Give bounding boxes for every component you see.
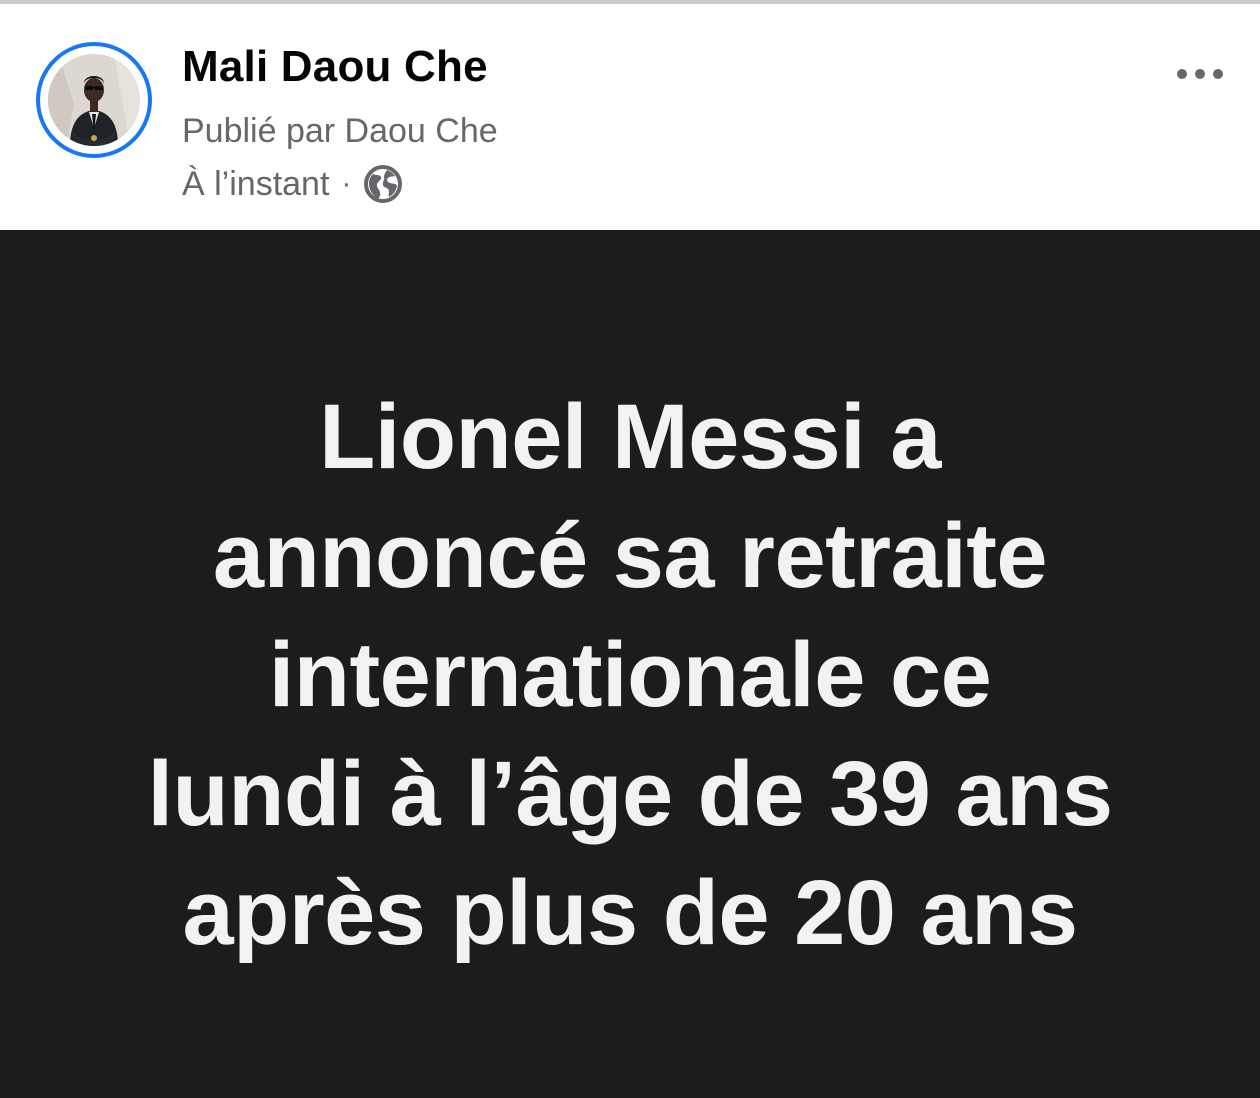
post-meta: À l’instant · xyxy=(182,162,403,206)
post-content-card[interactable]: Lionel Messi a annoncé sa retraite inter… xyxy=(0,230,1260,1098)
person-avatar-icon xyxy=(48,54,140,146)
post-header: Mali Daou Che Publié par Daou Che À l’in… xyxy=(0,4,1260,230)
globe-icon[interactable] xyxy=(363,164,403,204)
post-text-line: internationale ce xyxy=(268,624,992,726)
profile-avatar-ring[interactable] xyxy=(36,42,152,158)
post-text-line: Lionel Messi a xyxy=(319,386,941,488)
more-options-icon xyxy=(1177,69,1223,79)
post-text: Lionel Messi a annoncé sa retraite inter… xyxy=(40,378,1220,973)
post-text-line: annoncé sa retraite xyxy=(212,505,1048,607)
profile-avatar[interactable] xyxy=(48,54,140,146)
meta-separator: · xyxy=(341,167,352,200)
post-text-line: après plus de 20 ans xyxy=(182,862,1078,964)
published-by-label[interactable]: Publié par Daou Che xyxy=(182,112,498,151)
post-timestamp[interactable]: À l’instant xyxy=(182,165,329,204)
post-text-line: lundi à l’âge de 39 ans xyxy=(147,743,1113,845)
author-name[interactable]: Mali Daou Che xyxy=(182,42,488,92)
more-options-button[interactable] xyxy=(1164,52,1236,96)
